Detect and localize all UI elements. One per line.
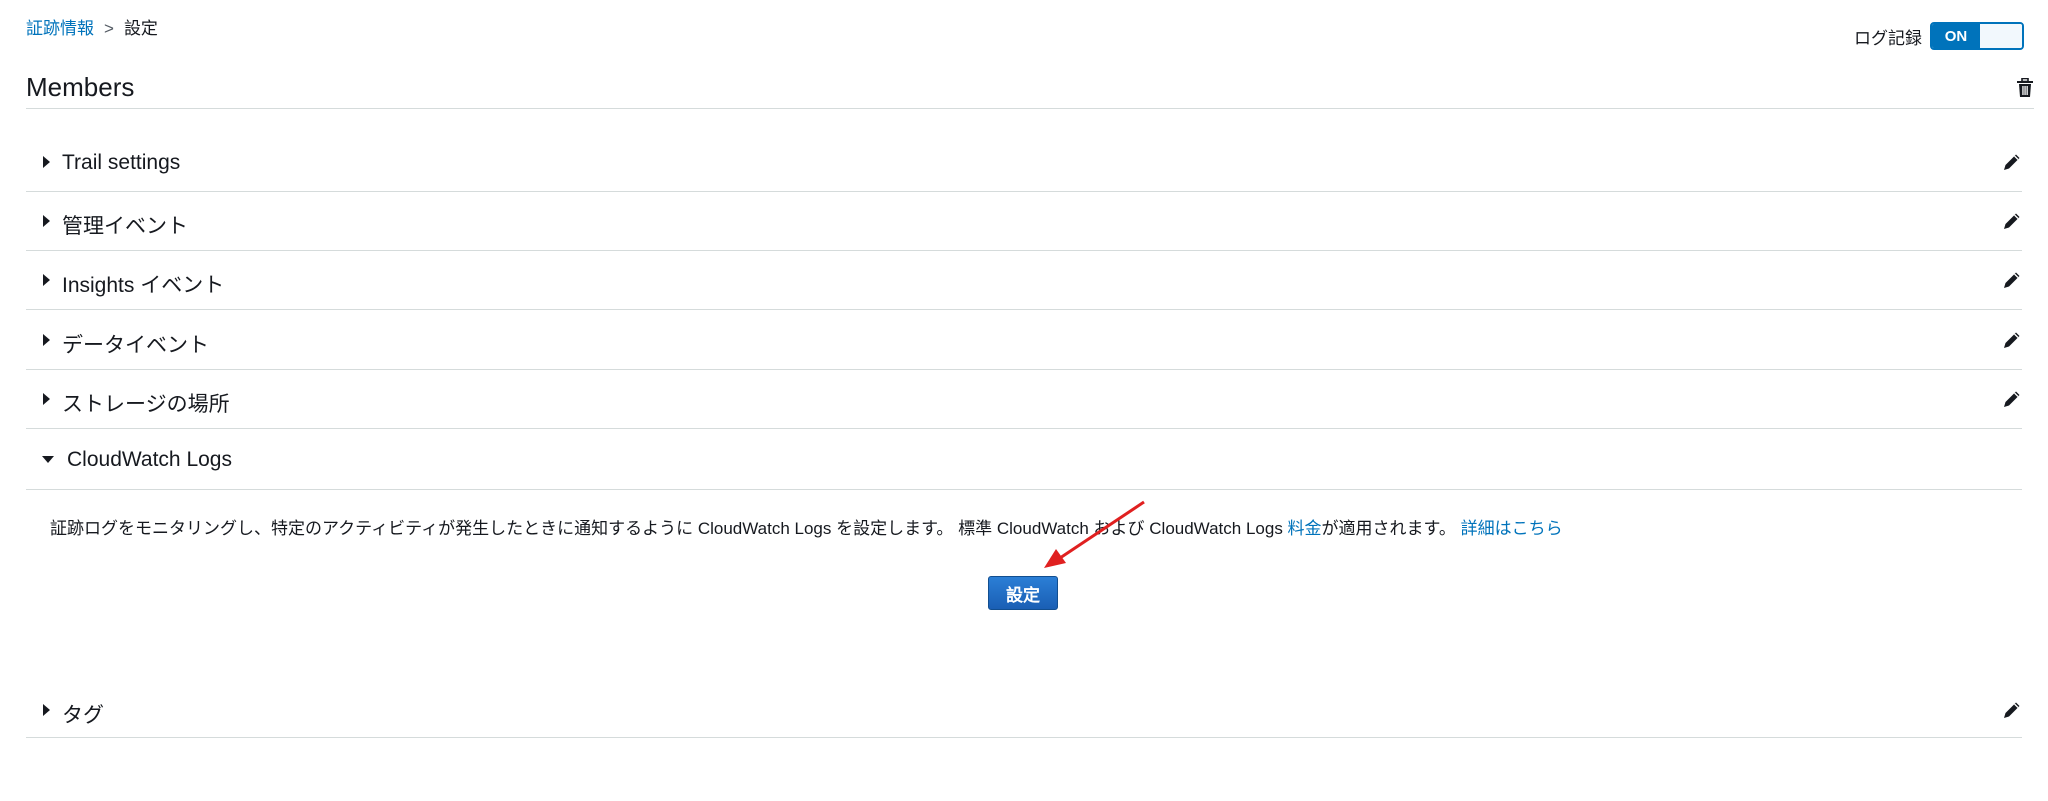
section-storage-location[interactable]: ストレージの場所 bbox=[26, 369, 2022, 429]
pricing-link[interactable]: 料金 bbox=[1288, 519, 1322, 538]
caret-right-icon bbox=[43, 274, 50, 286]
breadcrumb-current: 設定 bbox=[123, 19, 158, 38]
breadcrumb-separator: > bbox=[104, 19, 114, 38]
trash-icon[interactable] bbox=[2016, 78, 2034, 98]
breadcrumb-trail-info-link[interactable]: 証跡情報 bbox=[26, 19, 94, 38]
caret-right-icon bbox=[43, 334, 50, 346]
section-label[interactable]: Trail settings bbox=[62, 151, 180, 175]
section-label[interactable]: データイベント bbox=[62, 329, 209, 359]
caret-down-icon bbox=[42, 456, 54, 463]
section-trail-settings[interactable]: Trail settings bbox=[26, 132, 2022, 192]
page-title: Members bbox=[26, 72, 135, 102]
section-label[interactable]: タグ bbox=[62, 699, 104, 729]
learn-more-link[interactable]: 詳細はこちら bbox=[1461, 519, 1563, 538]
toggle-knob bbox=[1980, 24, 2022, 48]
section-cloudwatch-logs[interactable]: CloudWatch Logs bbox=[26, 429, 2022, 490]
logging-toggle[interactable]: ON bbox=[1930, 22, 2024, 50]
page-header: Members bbox=[26, 68, 2034, 109]
section-tags[interactable]: タグ bbox=[26, 680, 2022, 738]
caret-right-icon bbox=[43, 393, 50, 405]
pencil-icon[interactable] bbox=[2002, 389, 2022, 409]
caret-right-icon bbox=[43, 704, 50, 716]
pencil-icon[interactable] bbox=[2002, 700, 2022, 720]
configure-button[interactable]: 設定 bbox=[988, 576, 1058, 610]
breadcrumb: 証跡情報 > 設定 bbox=[26, 14, 158, 39]
logging-toggle-state: ON bbox=[1932, 24, 1980, 48]
section-label[interactable]: Insights イベント bbox=[62, 269, 224, 299]
logging-label: ログ記録 bbox=[1854, 28, 1922, 48]
cloudwatch-description: 証跡ログをモニタリングし、特定のアクティビティが発生したときに通知するように C… bbox=[50, 514, 1563, 539]
pencil-icon[interactable] bbox=[2002, 330, 2022, 350]
caret-right-icon bbox=[43, 215, 50, 227]
section-label[interactable]: 管理イベント bbox=[62, 210, 188, 240]
section-label[interactable]: CloudWatch Logs bbox=[67, 448, 232, 472]
section-label[interactable]: ストレージの場所 bbox=[62, 388, 230, 418]
pencil-icon[interactable] bbox=[2002, 152, 2022, 172]
description-text-end: が適用されます。 bbox=[1321, 519, 1461, 538]
section-management-events[interactable]: 管理イベント bbox=[26, 191, 2022, 251]
pencil-icon[interactable] bbox=[2002, 270, 2022, 290]
section-insights-events[interactable]: Insights イベント bbox=[26, 250, 2022, 310]
pencil-icon[interactable] bbox=[2002, 211, 2022, 231]
section-data-events[interactable]: データイベント bbox=[26, 310, 2022, 370]
description-text: 証跡ログをモニタリングし、特定のアクティビティが発生したときに通知するように C… bbox=[50, 519, 1288, 538]
caret-right-icon bbox=[43, 156, 50, 168]
logging-control: ログ記録 ON bbox=[1854, 22, 2024, 50]
